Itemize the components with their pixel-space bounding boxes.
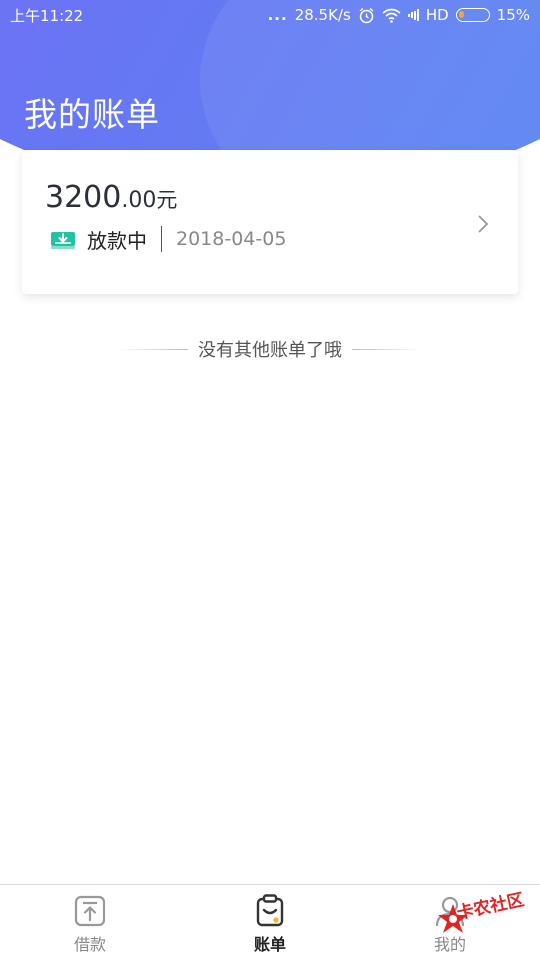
bill-status: 放款中 <box>87 228 147 253</box>
watermark-logo: 卡农社区 <box>436 880 536 940</box>
page-title: 我的账单 <box>24 95 160 134</box>
bill-date: 2018-04-05 <box>176 228 287 250</box>
amount-unit: 元 <box>156 188 178 212</box>
status-indicators: ... 28.5K/s HD 15% <box>268 6 530 24</box>
bill-card[interactable]: 3200.00元 放款中 2018-04-05 <box>22 150 518 294</box>
signal-icon <box>407 9 419 21</box>
status-divider <box>161 226 162 252</box>
wifi-icon <box>382 8 401 23</box>
tab-borrow[interactable]: 借款 <box>0 885 180 960</box>
amount-integer: 3200 <box>45 180 122 215</box>
network-type: HD <box>425 6 449 24</box>
borrow-icon <box>74 895 106 927</box>
list-end-notice: 没有其他账单了哦 <box>0 336 540 362</box>
divider-left <box>118 348 188 350</box>
list-end-text: 没有其他账单了哦 <box>198 340 342 361</box>
tab-label-borrow: 借款 <box>73 935 106 954</box>
battery-percent: 15% <box>496 6 530 24</box>
disbursement-icon <box>51 232 75 249</box>
divider-right <box>352 348 422 350</box>
battery-icon <box>455 8 490 22</box>
notification-dots: ... <box>267 6 288 24</box>
chevron-right-icon[interactable] <box>476 213 490 235</box>
network-speed: 28.5K/s <box>294 6 351 24</box>
bill-amount: 3200.00元 <box>45 180 177 215</box>
bill-icon <box>256 894 284 927</box>
status-bar: 上午11:22 ... 28.5K/s HD 15% <box>0 0 540 30</box>
alarm-icon <box>358 7 375 24</box>
bill-status-row: 放款中 2018-04-05 <box>50 225 286 253</box>
tab-label-bill: 账单 <box>253 935 286 954</box>
amount-decimal: .00 <box>121 188 157 213</box>
tab-bill[interactable]: 账单 <box>180 885 360 960</box>
status-time: 上午11:22 <box>10 6 84 25</box>
watermark-text: 卡农社区 <box>455 890 526 924</box>
